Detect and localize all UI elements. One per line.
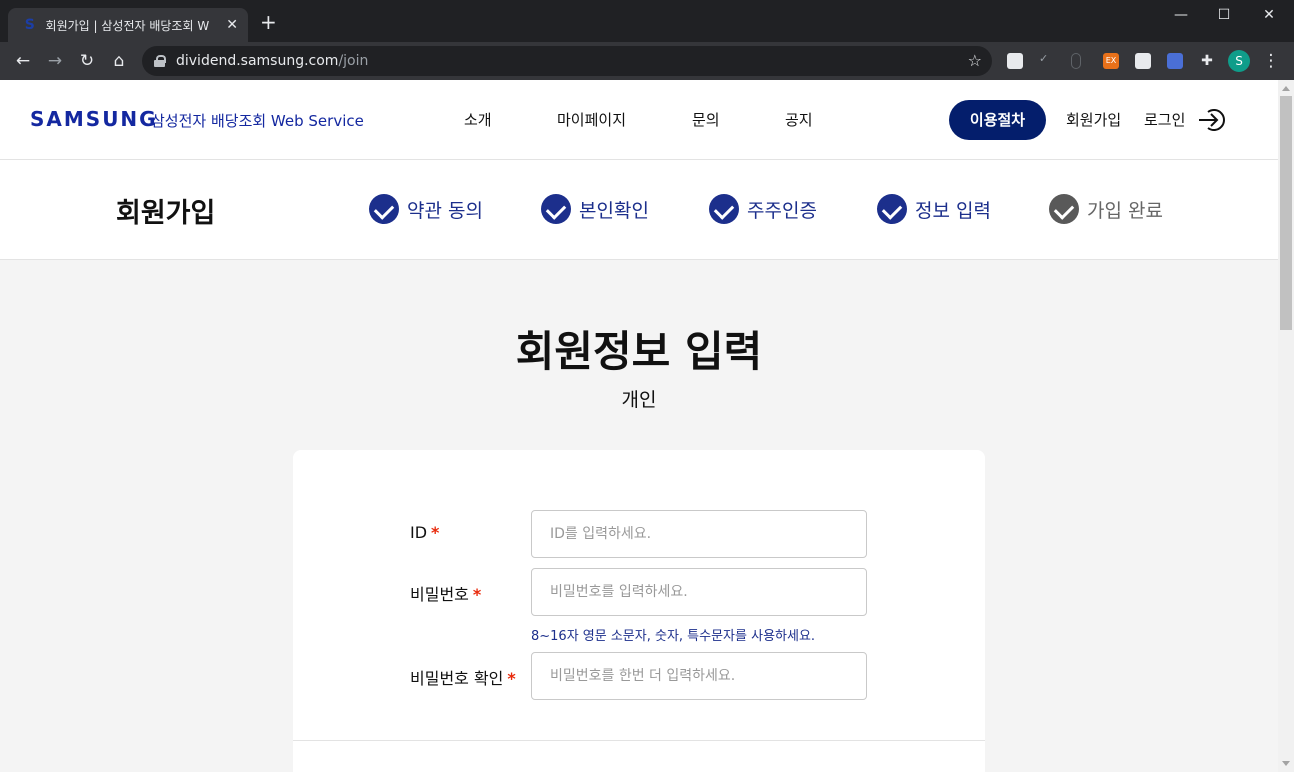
profile-avatar[interactable]: S xyxy=(1228,50,1250,72)
samsung-logo[interactable]: SAMSUNG xyxy=(30,107,158,131)
lock-icon[interactable] xyxy=(154,55,166,67)
step-label: 주주인증 xyxy=(747,199,817,222)
cloud-extension-icon[interactable] xyxy=(1007,53,1023,69)
signup-form-card: ID* 비밀번호* 8~16자 영문 소문자, 숫자, 특수문자를 사용하세요.… xyxy=(293,450,985,772)
required-mark: * xyxy=(507,669,516,688)
service-name[interactable]: 삼성전자 배당조회 Web Service xyxy=(151,110,364,131)
password-label: 비밀번호 * xyxy=(410,585,482,604)
step-label: 정보 입력 xyxy=(915,199,991,222)
new-tab-plus-icon[interactable]: + xyxy=(260,12,277,32)
password-hint: 8~16자 영문 소문자, 숫자, 특수문자를 사용하세요. xyxy=(531,629,816,644)
check-circle-icon xyxy=(877,194,907,224)
step-label: 본인확인 xyxy=(579,199,649,222)
step-terms: 약관 동의 xyxy=(369,194,483,224)
check-circle-icon xyxy=(1049,194,1079,224)
reload-icon[interactable]: ↻ xyxy=(76,50,98,72)
maximize-window-icon[interactable]: ☐ xyxy=(1201,0,1247,30)
step-complete: 가입 완료 xyxy=(1049,194,1163,224)
signup-steps-bar: 회원가입 약관 동의 본인확인 주주인증 정보 입력 가입 완료 xyxy=(0,160,1278,260)
browser-toolbar: ← → ↻ ⌂ dividend.samsung.com /join ☆ ✓ E… xyxy=(0,42,1294,80)
join-link[interactable]: 회원가입 xyxy=(1066,109,1121,130)
page-scrollbar[interactable] xyxy=(1278,80,1294,772)
close-tab-icon[interactable]: ✕ xyxy=(226,17,238,33)
samsung-favicon-icon: S xyxy=(24,17,35,33)
scroll-up-arrow-icon[interactable] xyxy=(1282,86,1290,91)
login-arrow-icon[interactable] xyxy=(1198,107,1226,133)
more-menu-icon[interactable]: ⋮ xyxy=(1260,50,1282,72)
calendar-extension-icon[interactable] xyxy=(1167,53,1183,69)
id-label: ID * xyxy=(410,523,440,542)
page-title: 회원가입 xyxy=(116,198,216,229)
id-input[interactable] xyxy=(531,510,867,558)
home-icon[interactable]: ⌂ xyxy=(108,50,130,72)
password-confirm-input[interactable] xyxy=(531,652,867,700)
step-shareholder: 주주인증 xyxy=(709,194,817,224)
nav-item-mypage[interactable]: 마이페이지 xyxy=(557,109,626,130)
process-button[interactable]: 이용절차 xyxy=(949,100,1046,140)
form-title: 회원정보 입력 xyxy=(515,327,763,376)
forward-arrow-icon[interactable]: → xyxy=(44,50,66,72)
check-circle-icon xyxy=(709,194,739,224)
nav-item-intro[interactable]: 소개 xyxy=(464,109,492,130)
step-label: 약관 동의 xyxy=(407,199,483,222)
form-subtitle: 개인 xyxy=(621,389,657,411)
password-confirm-label: 비밀번호 확인 * xyxy=(410,669,516,688)
close-window-icon[interactable]: ✕ xyxy=(1246,0,1292,30)
nav-item-inquiry[interactable]: 문의 xyxy=(692,109,720,130)
ex-extension-icon[interactable]: EX xyxy=(1103,53,1119,69)
bookmark-star-icon[interactable]: ☆ xyxy=(968,51,982,70)
puzzle-extensions-icon[interactable]: ✚ xyxy=(1199,53,1215,69)
scroll-down-arrow-icon[interactable] xyxy=(1282,761,1290,766)
site-header: SAMSUNG 삼성전자 배당조회 Web Service 소개 마이페이지 문… xyxy=(0,80,1278,160)
address-bar[interactable]: dividend.samsung.com /join ☆ xyxy=(142,46,992,76)
page-viewport: SAMSUNG 삼성전자 배당조회 Web Service 소개 마이페이지 문… xyxy=(0,80,1278,772)
minimize-window-icon[interactable]: — xyxy=(1158,0,1204,30)
url-host: dividend.samsung.com xyxy=(176,53,339,69)
tab-title: 회원가입 | 삼성전자 배당조회 W xyxy=(45,18,210,33)
browser-tabstrip: S 회원가입 | 삼성전자 배당조회 W ✕ + — ☐ ✕ xyxy=(0,0,1294,42)
check-circle-icon xyxy=(369,194,399,224)
browser-tab-active[interactable]: S 회원가입 | 삼성전자 배당조회 W ✕ xyxy=(8,8,248,42)
step-info-input: 정보 입력 xyxy=(877,194,991,224)
step-label: 가입 완료 xyxy=(1087,199,1163,222)
step-identity: 본인확인 xyxy=(541,194,649,224)
contact-extension-icon[interactable] xyxy=(1135,53,1151,69)
extension-icon[interactable]: ✓ xyxy=(1039,52,1055,68)
password-input[interactable] xyxy=(531,568,867,616)
form-divider xyxy=(293,740,985,741)
nav-item-notice[interactable]: 공지 xyxy=(785,109,813,130)
required-mark: * xyxy=(431,523,440,542)
url-path: /join xyxy=(338,53,369,69)
check-circle-icon xyxy=(541,194,571,224)
back-arrow-icon[interactable]: ← xyxy=(12,50,34,72)
scrollbar-thumb[interactable] xyxy=(1280,96,1292,330)
mouse-extension-icon[interactable] xyxy=(1071,53,1081,69)
login-link[interactable]: 로그인 xyxy=(1144,109,1185,130)
required-mark: * xyxy=(472,585,482,604)
